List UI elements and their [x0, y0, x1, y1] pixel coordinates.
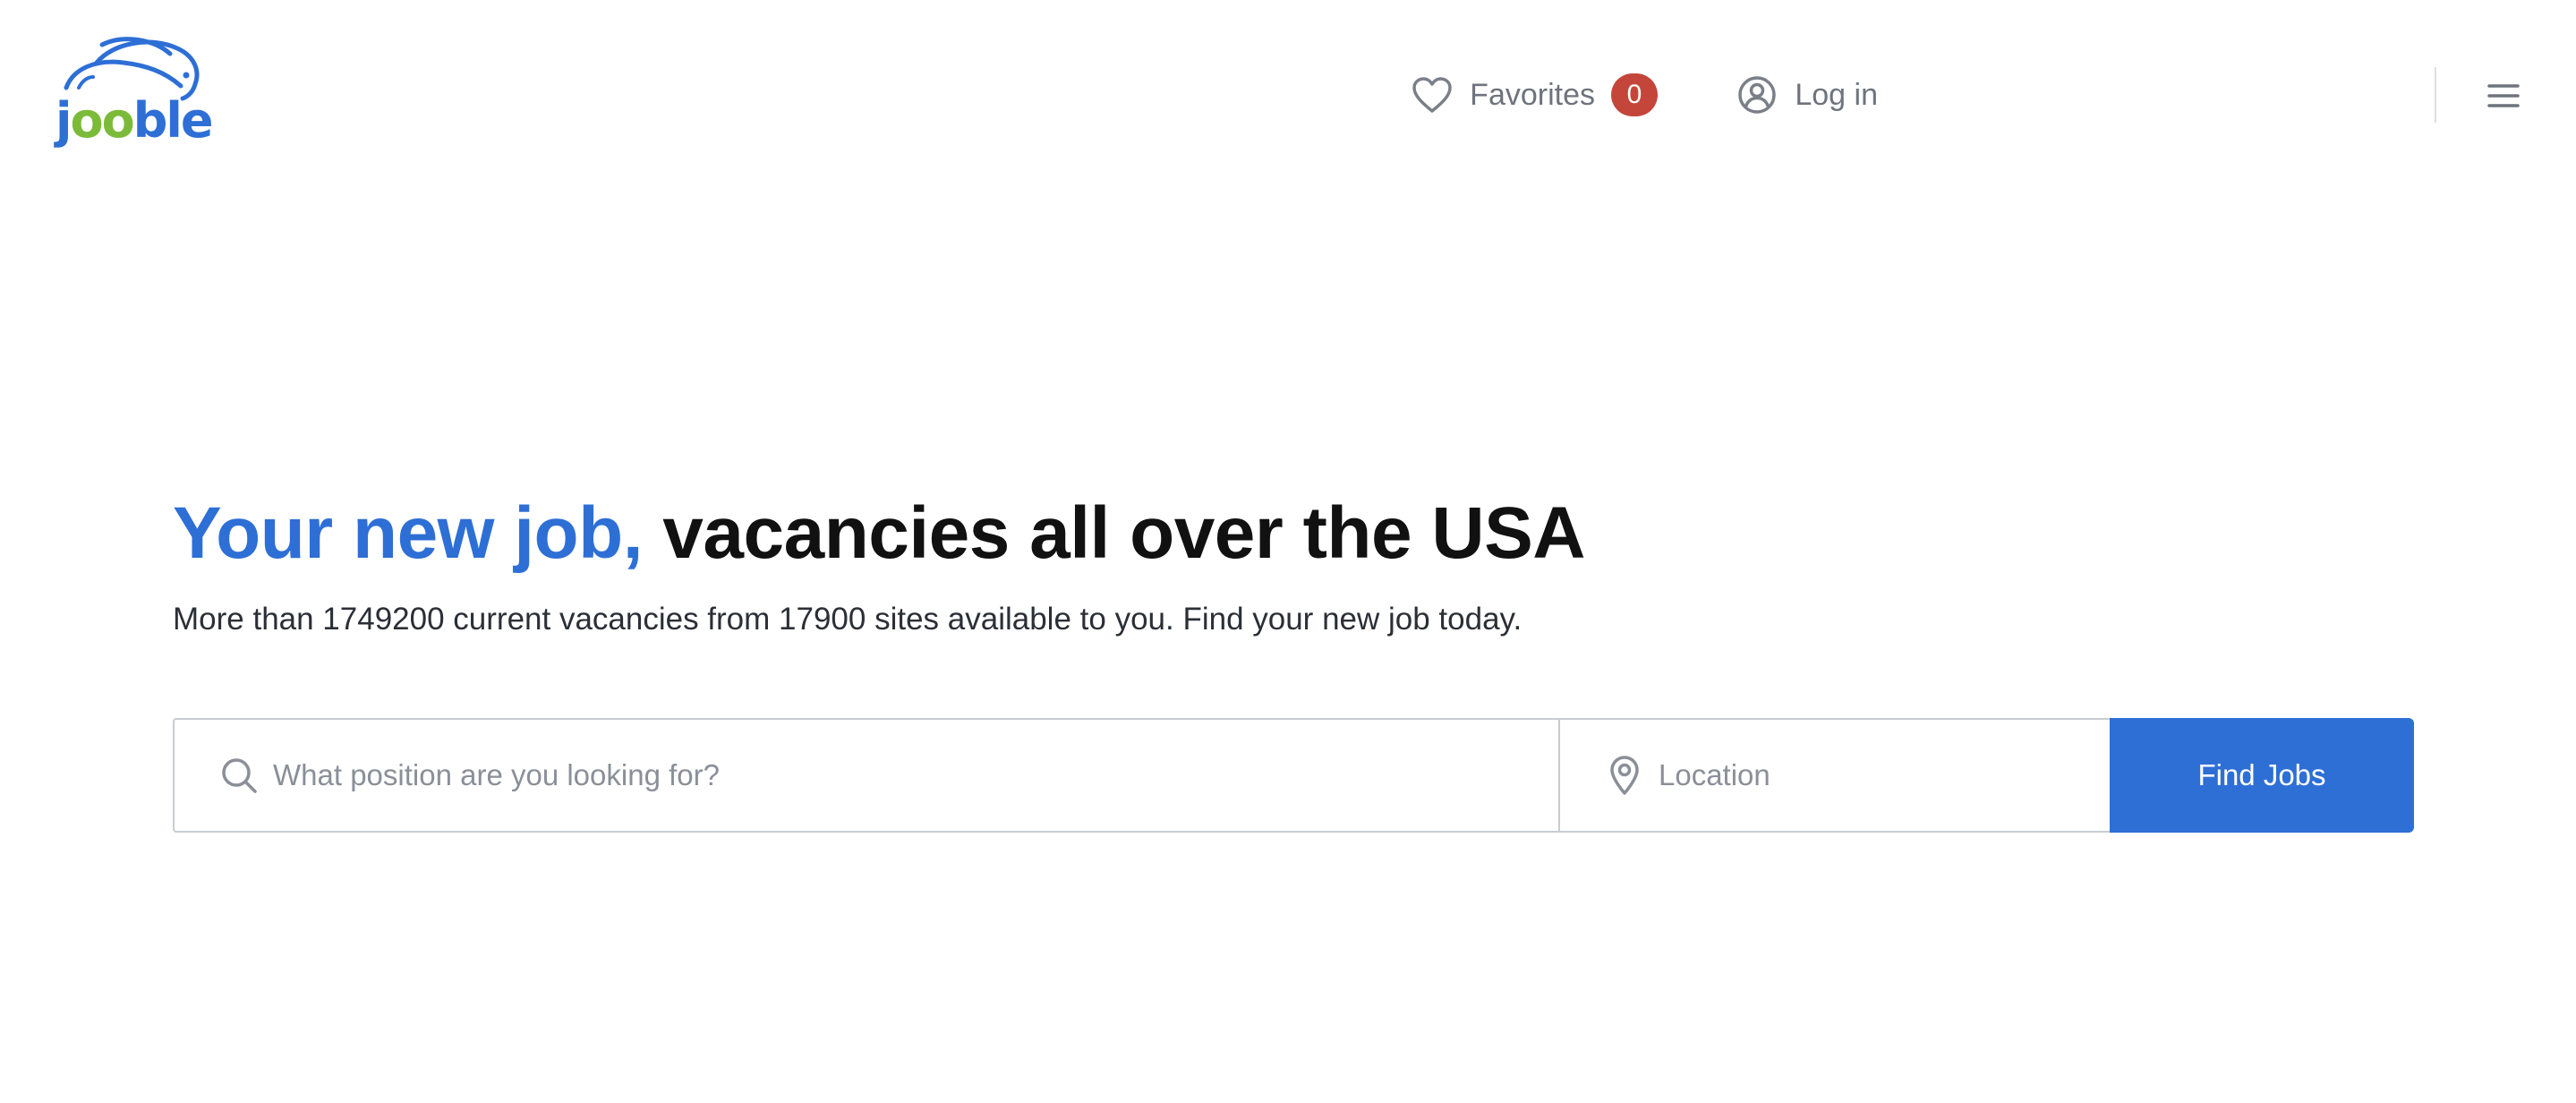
hero-title-rest: vacancies all over the USA [662, 492, 1586, 574]
position-search-input[interactable] [273, 748, 1380, 802]
user-circle-icon [1736, 73, 1778, 116]
hamburger-menu-icon[interactable] [2484, 76, 2523, 115]
location-pin-icon [1603, 754, 1646, 797]
login-link[interactable]: Log in [1736, 63, 1878, 127]
site-header: jooble Favorites 0 Log in [0, 0, 2576, 192]
logo-wordmark: jooble [55, 92, 214, 149]
search-icon [218, 754, 260, 797]
hero-subtitle: More than 1749200 current vacancies from… [173, 602, 1523, 637]
hero-title: Your new job, vacancies all over the USA [173, 491, 1586, 577]
favorites-label: Favorites [1470, 77, 1595, 112]
header-divider [2435, 67, 2436, 123]
favorites-count-badge: 0 [1611, 73, 1658, 116]
heart-icon [1411, 73, 1454, 116]
location-field[interactable] [1558, 718, 2111, 833]
position-field[interactable] [173, 718, 1560, 833]
job-search-form: Find Jobs [173, 718, 2414, 833]
location-input[interactable] [1659, 748, 2099, 802]
find-jobs-button[interactable]: Find Jobs [2110, 718, 2414, 833]
login-label: Log in [1795, 77, 1878, 112]
favorites-link[interactable]: Favorites 0 [1411, 63, 1658, 127]
hero-title-accent: Your new job, [173, 492, 643, 574]
jooble-logo[interactable]: jooble [54, 36, 214, 157]
